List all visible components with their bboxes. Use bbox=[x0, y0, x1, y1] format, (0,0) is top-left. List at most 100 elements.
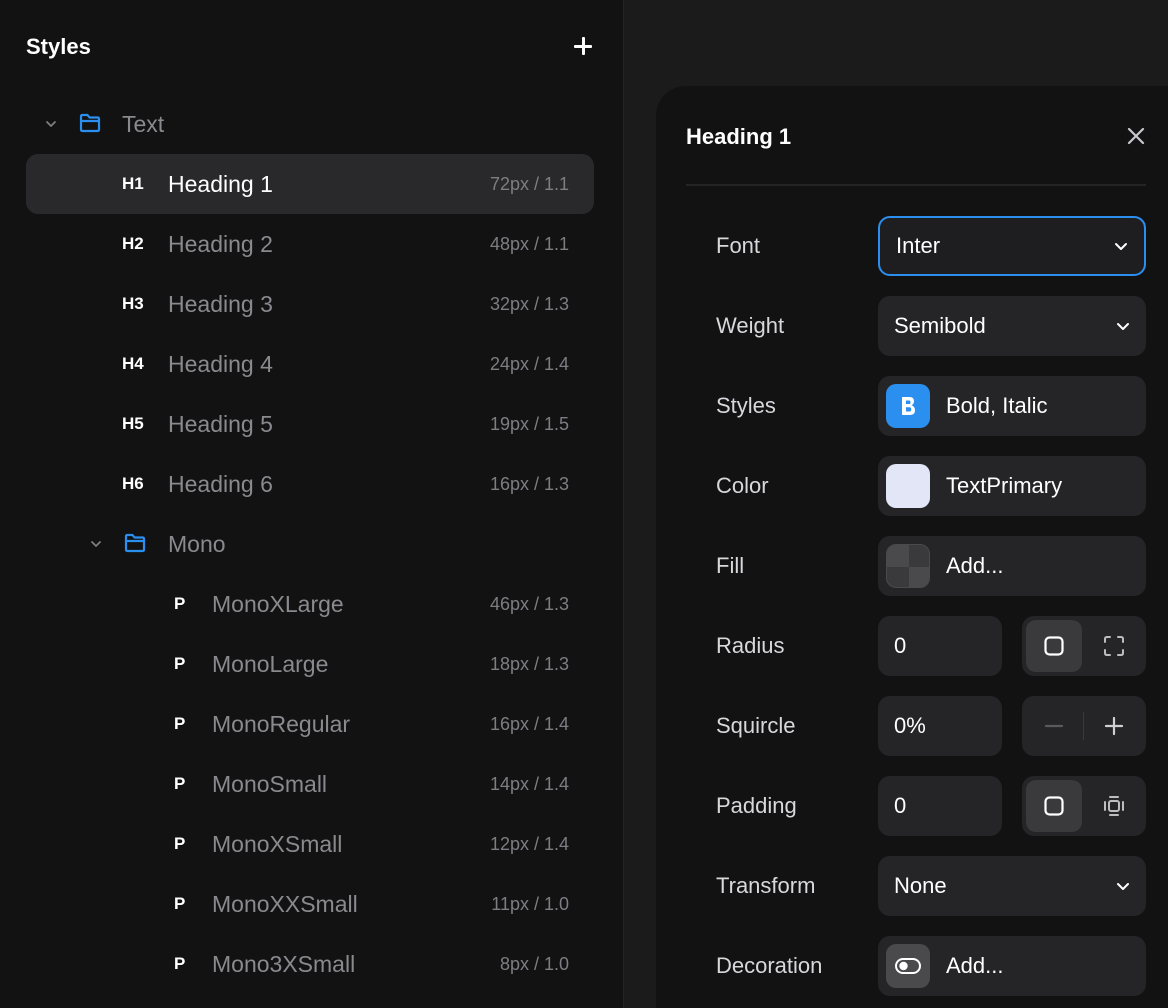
individual-padding-button[interactable] bbox=[1086, 780, 1142, 832]
style-meta: 12px / 1.4 bbox=[489, 834, 569, 854]
style-meta: 19px / 1.5 bbox=[489, 414, 569, 434]
editor-divider bbox=[686, 184, 1146, 186]
styles-value: Bold, Italic bbox=[946, 393, 1048, 418]
plus-icon bbox=[1104, 716, 1124, 736]
styles-label: Styles bbox=[716, 393, 776, 418]
style-item-mono-3xsmall[interactable]: P Mono3XSmall 8px / 1.0 bbox=[26, 934, 594, 994]
transform-value: None bbox=[894, 873, 947, 898]
style-item-heading-6[interactable]: H6 Heading 6 16px / 1.3 bbox=[26, 454, 594, 514]
squircle-label: Squircle bbox=[716, 713, 796, 738]
style-name: Heading 5 bbox=[168, 411, 273, 437]
padding-label: Padding bbox=[716, 793, 797, 818]
square-icon bbox=[1044, 636, 1064, 656]
style-name: MonoXSmall bbox=[212, 831, 343, 857]
square-icon bbox=[1044, 796, 1064, 816]
style-item-mono-small[interactable]: P MonoSmall 14px / 1.4 bbox=[26, 754, 594, 814]
style-item-mono-large[interactable]: P MonoLarge 18px / 1.3 bbox=[26, 634, 594, 694]
style-item-heading-1[interactable]: H1 Heading 1 72px / 1.1 bbox=[26, 154, 594, 214]
group-mono-label: Mono bbox=[168, 531, 226, 557]
stepper-divider bbox=[1083, 712, 1084, 740]
group-mono[interactable]: Mono bbox=[89, 514, 594, 574]
style-meta: 11px / 1.0 bbox=[491, 894, 569, 914]
weight-select[interactable]: Semibold bbox=[878, 296, 1146, 356]
style-item-heading-3[interactable]: H3 Heading 3 32px / 1.3 bbox=[26, 274, 594, 334]
style-item-heading-5[interactable]: H5 Heading 5 19px / 1.5 bbox=[26, 394, 594, 454]
style-item-mono-xlarge[interactable]: P MonoXLarge 46px / 1.3 bbox=[26, 574, 594, 634]
style-tag: H6 bbox=[122, 474, 144, 493]
color-label: Color bbox=[716, 473, 769, 498]
decoration-field[interactable]: Add... bbox=[878, 936, 1146, 996]
style-name: Heading 2 bbox=[168, 231, 273, 257]
font-value: Inter bbox=[896, 233, 941, 258]
style-meta: 24px / 1.4 bbox=[489, 354, 569, 374]
close-icon[interactable] bbox=[1124, 124, 1148, 148]
editor-title: Heading 1 bbox=[686, 124, 792, 149]
style-tag: H3 bbox=[122, 294, 144, 313]
chevron-down-icon bbox=[1114, 240, 1128, 258]
uniform-radius-button[interactable] bbox=[1026, 620, 1082, 672]
add-style-button[interactable] bbox=[570, 33, 596, 59]
style-tag: P bbox=[174, 654, 186, 673]
transform-label: Transform bbox=[716, 873, 816, 898]
styles-title: Styles bbox=[26, 34, 91, 59]
padding-mode-toggle bbox=[1022, 776, 1146, 836]
style-tag: P bbox=[174, 774, 186, 793]
style-item-mono-xxsmall[interactable]: P MonoXXSmall 11px / 1.0 bbox=[26, 874, 594, 934]
styles-sidebar: Styles Text H1 Heading 1 72px / 1.1 H2 H… bbox=[0, 0, 624, 1008]
radius-input[interactable]: 0 bbox=[878, 616, 1002, 676]
increment-button[interactable] bbox=[1086, 700, 1142, 752]
color-field[interactable]: TextPrimary bbox=[878, 456, 1146, 516]
style-name: MonoRegular bbox=[212, 711, 351, 737]
style-tag: H1 bbox=[122, 174, 144, 193]
style-name: MonoLarge bbox=[212, 651, 329, 677]
padding-input[interactable]: 0 bbox=[878, 776, 1002, 836]
minus-icon bbox=[1044, 724, 1064, 728]
group-text[interactable]: Text bbox=[44, 94, 594, 154]
style-meta: 16px / 1.3 bbox=[489, 474, 569, 494]
style-item-mono-xsmall[interactable]: P MonoXSmall 12px / 1.4 bbox=[26, 814, 594, 874]
uniform-padding-button[interactable] bbox=[1026, 780, 1082, 832]
style-name: MonoXLarge bbox=[212, 591, 344, 617]
radius-mode-toggle bbox=[1022, 616, 1146, 676]
style-tag: H4 bbox=[122, 354, 144, 373]
weight-label: Weight bbox=[716, 313, 785, 338]
weight-value: Semibold bbox=[894, 313, 986, 338]
font-label: Font bbox=[716, 233, 761, 258]
style-meta: 18px / 1.3 bbox=[489, 654, 569, 674]
squircle-input[interactable]: 0% bbox=[878, 696, 1002, 756]
style-meta: 46px / 1.3 bbox=[489, 594, 569, 614]
styles-field[interactable]: Bold, Italic bbox=[878, 376, 1146, 436]
style-meta: 14px / 1.4 bbox=[489, 774, 569, 794]
color-value: TextPrimary bbox=[946, 473, 1063, 498]
style-name: Heading 1 bbox=[168, 171, 273, 197]
style-tag: P bbox=[174, 894, 186, 913]
style-meta: 72px / 1.1 bbox=[489, 174, 569, 194]
individual-corners-button[interactable] bbox=[1086, 620, 1142, 672]
chevron-down-icon[interactable] bbox=[44, 117, 58, 131]
style-tag: H2 bbox=[122, 234, 144, 253]
style-tag: P bbox=[174, 714, 186, 733]
transform-select[interactable]: None bbox=[878, 856, 1146, 916]
style-item-mono-regular[interactable]: P MonoRegular 16px / 1.4 bbox=[26, 694, 594, 754]
radius-value: 0 bbox=[894, 633, 907, 658]
radius-label: Radius bbox=[716, 633, 785, 658]
checkerboard-icon bbox=[886, 544, 930, 588]
font-select[interactable]: Inter bbox=[878, 216, 1146, 276]
corners-icon bbox=[1104, 636, 1124, 656]
chevron-down-icon bbox=[1116, 880, 1130, 898]
chevron-down-icon[interactable] bbox=[89, 537, 103, 551]
squircle-value: 0% bbox=[894, 713, 926, 738]
style-name: Mono3XSmall bbox=[212, 951, 356, 977]
fill-label: Fill bbox=[716, 553, 745, 578]
style-item-heading-4[interactable]: H4 Heading 4 24px / 1.4 bbox=[26, 334, 594, 394]
fill-field[interactable]: Add... bbox=[878, 536, 1146, 596]
style-tag: P bbox=[174, 594, 186, 613]
style-name: Heading 6 bbox=[168, 471, 273, 497]
style-item-heading-2[interactable]: H2 Heading 2 48px / 1.1 bbox=[26, 214, 594, 274]
decrement-button[interactable] bbox=[1026, 700, 1082, 752]
style-name: MonoSmall bbox=[212, 771, 328, 797]
fill-placeholder: Add... bbox=[946, 553, 1004, 578]
style-tag: H5 bbox=[122, 414, 144, 433]
decoration-placeholder: Add... bbox=[946, 953, 1004, 978]
style-meta: 32px / 1.3 bbox=[489, 294, 569, 314]
